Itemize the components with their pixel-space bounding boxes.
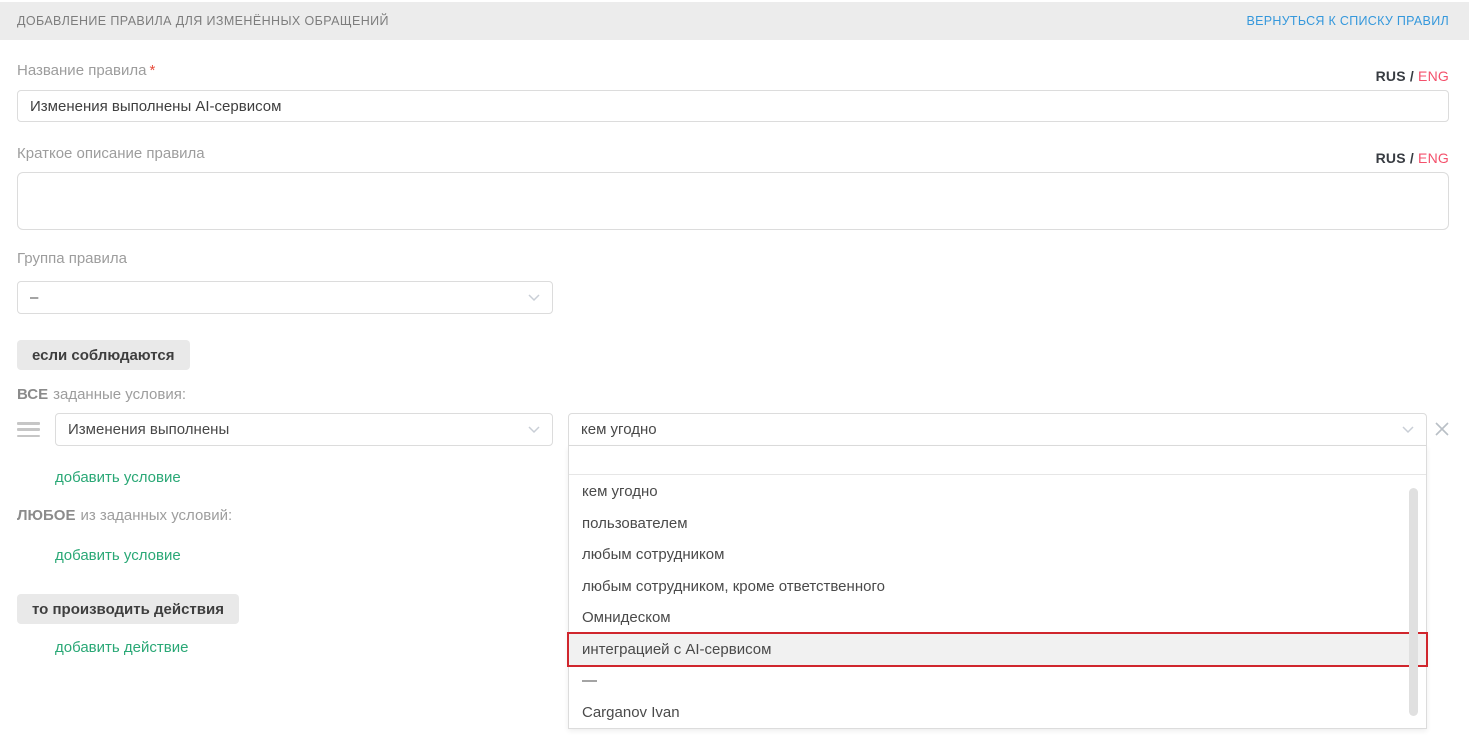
lang-rus-button[interactable]: RUS: [1376, 68, 1406, 84]
page-header-bar: ДОБАВЛЕНИЕ ПРАВИЛА ДЛЯ ИЗМЕНЁННЫХ ОБРАЩЕ…: [0, 2, 1469, 40]
dropdown-option[interactable]: любым сотрудником: [569, 539, 1426, 571]
add-action-link[interactable]: добавить действие: [55, 639, 188, 656]
lang-separator: /: [1406, 150, 1418, 166]
drag-handle-icon[interactable]: [17, 422, 40, 437]
lang-separator: /: [1406, 68, 1418, 84]
rule-description-textarea[interactable]: [17, 172, 1449, 230]
condition-value-dropdown: кем угоднопользователемлюбым сотрудником…: [568, 446, 1427, 729]
lang-eng-button[interactable]: ENG: [1418, 150, 1449, 166]
rule-editor-page: ДОБАВЛЕНИЕ ПРАВИЛА ДЛЯ ИЗМЕНЁННЫХ ОБРАЩЕ…: [0, 0, 1469, 746]
lang-toggle-name: RUS / ENG: [1376, 68, 1449, 84]
chevron-down-icon: [1402, 426, 1414, 434]
lang-toggle-description: RUS / ENG: [1376, 150, 1449, 166]
any-conditions-label: ЛЮБОЕиз заданных условий:: [17, 507, 232, 524]
dropdown-option[interactable]: Carganov Ivan: [569, 697, 1426, 729]
chevron-down-icon: [528, 426, 540, 434]
dropdown-option[interactable]: любым сотрудником, кроме ответственного: [569, 571, 1426, 603]
rule-group-select[interactable]: –: [17, 281, 553, 314]
dropdown-option[interactable]: Омнидеском: [569, 602, 1426, 634]
add-condition-link-any[interactable]: добавить условие: [55, 547, 181, 564]
dropdown-option[interactable]: кем угодно: [569, 476, 1426, 508]
dropdown-options-list: кем угоднопользователемлюбым сотрудником…: [569, 476, 1426, 728]
remove-condition-icon[interactable]: [1433, 420, 1451, 438]
dropdown-option[interactable]: —: [569, 665, 1426, 697]
condition-field-value: Изменения выполнены: [68, 421, 229, 438]
rule-group-label: Группа правила: [17, 250, 127, 267]
page-title: ДОБАВЛЕНИЕ ПРАВИЛА ДЛЯ ИЗМЕНЁННЫХ ОБРАЩЕ…: [17, 14, 389, 28]
rule-name-label: Название правила*: [17, 62, 155, 79]
dropdown-scrollbar[interactable]: [1409, 488, 1418, 716]
back-to-rules-link[interactable]: ВЕРНУТЬСЯ К СПИСКУ ПРАВИЛ: [1246, 14, 1449, 28]
dropdown-search-input[interactable]: [569, 446, 1426, 475]
condition-field-select[interactable]: Изменения выполнены: [55, 413, 553, 446]
dropdown-option[interactable]: интеграцией с AI-сервисом: [569, 634, 1426, 666]
lang-rus-button[interactable]: RUS: [1376, 150, 1406, 166]
rule-description-label: Краткое описание правила: [17, 145, 205, 162]
then-actions-badge: то производить действия: [17, 594, 239, 624]
condition-value-select[interactable]: кем угодно: [568, 413, 1427, 446]
chevron-down-icon: [528, 294, 540, 302]
required-asterisk: *: [149, 62, 155, 79]
lang-eng-button[interactable]: ENG: [1418, 68, 1449, 84]
condition-value: кем угодно: [581, 421, 657, 438]
rule-group-value: –: [30, 289, 38, 306]
all-conditions-label: ВСЕзаданные условия:: [17, 386, 186, 403]
dropdown-option[interactable]: пользователем: [569, 508, 1426, 540]
if-conditions-badge: если соблюдаются: [17, 340, 190, 370]
add-condition-link-all[interactable]: добавить условие: [55, 469, 181, 486]
rule-name-input[interactable]: [17, 90, 1449, 122]
